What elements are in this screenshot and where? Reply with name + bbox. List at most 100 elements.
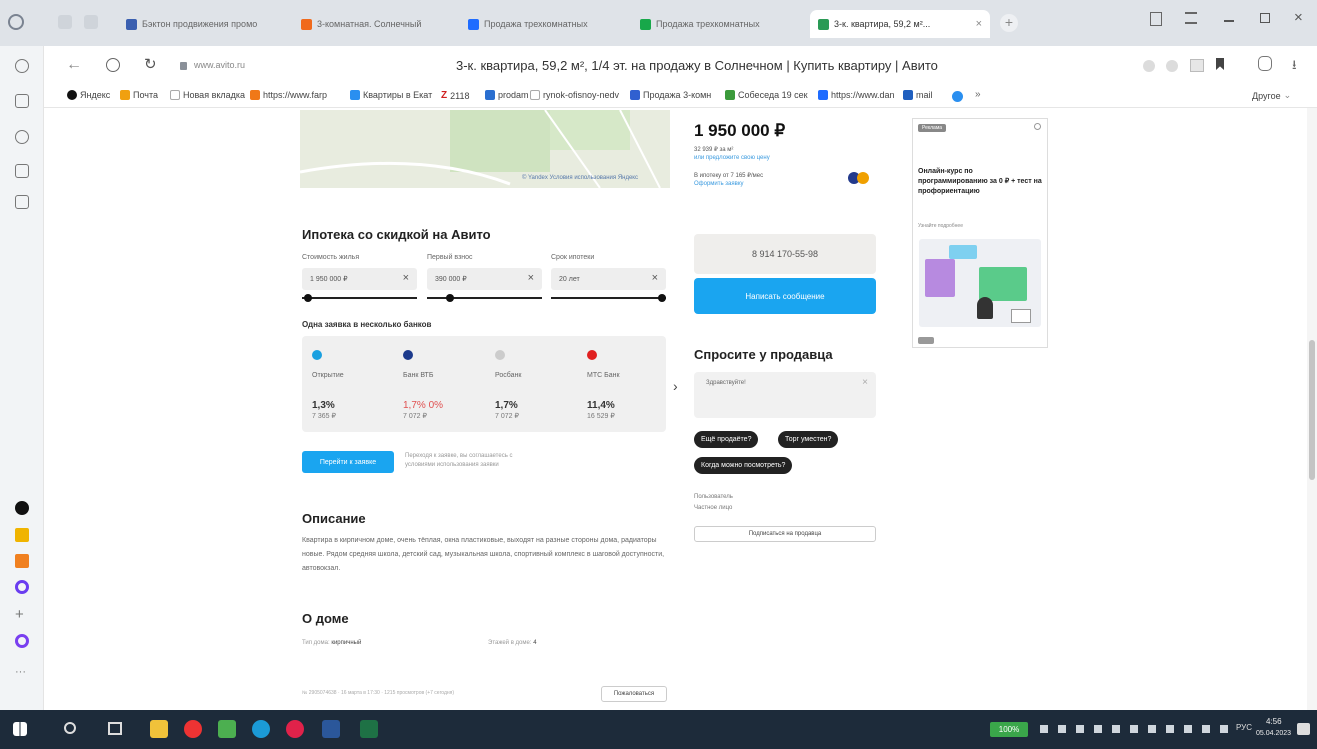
tab-2[interactable]: 3-комнатная. Солнечный: [301, 14, 459, 34]
bookmark-item[interactable]: Квартиры в Екат: [350, 90, 432, 100]
apply-mortgage-button[interactable]: Перейти к заявке: [302, 451, 394, 473]
clear-icon[interactable]: ×: [403, 272, 409, 284]
add-app-icon[interactable]: +: [15, 606, 24, 623]
map[interactable]: © Yandex Условия использования Яндекс: [300, 110, 670, 188]
show-phone-button[interactable]: 8 914 170-55-98: [694, 234, 876, 274]
tray-icons[interactable]: [1040, 725, 1230, 733]
tab-4[interactable]: Продажа трехкомнатных: [640, 14, 800, 34]
app-1-icon[interactable]: [15, 501, 29, 515]
bank-card-vtb[interactable]: Банк ВТБ 1,7% 0% 7 072 ₽: [403, 350, 493, 420]
back-icon[interactable]: ←: [66, 56, 82, 74]
tab-close-icon[interactable]: ×: [976, 18, 982, 30]
price-slider[interactable]: [302, 294, 417, 302]
notes-icon[interactable]: [15, 94, 29, 108]
clear-icon[interactable]: ×: [862, 377, 868, 388]
browser-menu-icon[interactable]: [8, 14, 24, 30]
bookmark-extra-icon[interactable]: [952, 91, 963, 102]
notifications-icon[interactable]: [1297, 723, 1310, 735]
task-view-icon[interactable]: [108, 722, 122, 735]
edge-icon[interactable]: [252, 720, 270, 738]
price-field[interactable]: 1 950 000 ₽ ×: [302, 268, 417, 290]
reload-icon[interactable]: ↻: [144, 55, 157, 73]
bookmark-item[interactable]: https://www.dan: [818, 90, 895, 100]
bookmark-item[interactable]: mail: [903, 90, 933, 100]
downpayment-slider[interactable]: [427, 294, 542, 302]
bookmark-icon[interactable]: [1216, 58, 1224, 70]
slider-knob[interactable]: [658, 294, 666, 302]
app-2-icon[interactable]: [15, 528, 29, 542]
bank-card-otkritie[interactable]: Открытие 1,3% 7 365 ₽: [312, 350, 402, 420]
bookmark-item[interactable]: Новая вкладка: [170, 90, 245, 100]
address-domain[interactable]: www.avito.ru: [194, 60, 245, 70]
downpayment-field[interactable]: 390 000 ₽ ×: [427, 268, 542, 290]
clock-date[interactable]: 05.04.2023: [1256, 730, 1291, 737]
opera-icon[interactable]: [286, 720, 304, 738]
bookmark-item[interactable]: rynok-ofisnoy-nedv: [530, 90, 619, 100]
seller-name[interactable]: Частное лицо: [694, 505, 732, 511]
tab-history-icon[interactable]: [58, 15, 72, 29]
mortgage-apply-link[interactable]: Оформить заявку: [694, 181, 744, 187]
zoom-indicator[interactable]: 100%: [990, 722, 1028, 737]
bookmark-item[interactable]: Z 2118: [441, 90, 469, 101]
minimize-icon[interactable]: [1224, 20, 1234, 22]
translate-icon[interactable]: [1190, 59, 1204, 72]
tab-3[interactable]: Продажа трехкомнатных: [468, 14, 628, 34]
subscribe-seller-button[interactable]: Подписаться на продавца: [694, 526, 876, 542]
yandex-browser-icon[interactable]: [184, 720, 202, 738]
clock-time[interactable]: 4:56: [1266, 717, 1282, 726]
file-explorer-icon[interactable]: [150, 720, 168, 738]
bank-card-mts[interactable]: МТС Банк 11,4% 16 529 ₽: [587, 350, 677, 420]
search-icon[interactable]: [64, 722, 76, 734]
yandex-button-icon[interactable]: [106, 58, 120, 72]
app-3-icon[interactable]: [15, 554, 29, 568]
quick-question-chip[interactable]: Ещё продаёте?: [694, 431, 759, 448]
reader-icon[interactable]: [1166, 60, 1178, 72]
alice-icon[interactable]: [1258, 56, 1272, 71]
banks-next-icon[interactable]: ›: [673, 378, 678, 394]
ad-info-icon[interactable]: [1034, 123, 1041, 130]
browser-menu-lines-icon[interactable]: [1185, 12, 1197, 24]
slider-knob[interactable]: [446, 294, 454, 302]
term-field[interactable]: 20 лет ×: [551, 268, 666, 290]
tab-5-active[interactable]: 3-к. квартира, 59,2 м²... ×: [810, 10, 990, 38]
language-indicator[interactable]: РУС: [1236, 723, 1252, 732]
excel-icon[interactable]: [360, 720, 378, 738]
clear-icon[interactable]: ×: [652, 272, 658, 284]
quick-question-chip[interactable]: Когда можно посмотреть?: [694, 457, 793, 474]
quick-question-chip[interactable]: Торг уместен?: [778, 431, 839, 448]
wallet-icon[interactable]: [15, 164, 29, 178]
scrollbar-thumb[interactable]: [1309, 340, 1315, 480]
bookmark-item[interactable]: Продажа 3-комн: [630, 90, 711, 100]
download-icon[interactable]: ⭳: [1292, 56, 1297, 78]
app-4-icon[interactable]: [15, 580, 29, 594]
media-icon[interactable]: [15, 130, 29, 144]
bookmark-item[interactable]: prodam: [485, 90, 529, 100]
word-icon[interactable]: [322, 720, 340, 738]
new-tab-icon[interactable]: +: [1000, 14, 1018, 32]
maximize-icon[interactable]: [1260, 13, 1270, 23]
more-icon[interactable]: ···: [15, 666, 26, 678]
history-icon[interactable]: [15, 59, 29, 73]
app-icon[interactable]: [218, 720, 236, 738]
alice-sidebar-icon[interactable]: [15, 634, 29, 648]
ad-banner[interactable]: Реклама Онлайн-курс по программированию …: [912, 118, 1048, 348]
ask-seller-input[interactable]: Здравствуйте! ×: [694, 372, 876, 418]
gallery-icon[interactable]: [15, 195, 29, 209]
bookmark-item[interactable]: https://www.farp: [250, 90, 327, 100]
bank-card-rosbank[interactable]: Росбанк 1,7% 7 072 ₽: [495, 350, 585, 420]
offer-price-link[interactable]: или предложите свою цену: [694, 155, 770, 161]
collections-icon[interactable]: [1150, 12, 1162, 26]
extension-icon[interactable]: [1143, 60, 1155, 72]
tab-list-icon[interactable]: [84, 15, 98, 29]
write-message-button[interactable]: Написать сообщение: [694, 278, 876, 314]
report-button[interactable]: Пожаловаться: [601, 686, 667, 702]
bookmark-item[interactable]: Почта: [120, 90, 158, 100]
tab-1[interactable]: Бэктон продвижения промо: [126, 14, 291, 34]
close-window-icon[interactable]: ×: [1294, 9, 1303, 26]
bookmarks-other[interactable]: Другое ⌄: [1252, 90, 1291, 101]
start-icon[interactable]: [13, 722, 27, 736]
clear-icon[interactable]: ×: [528, 272, 534, 284]
bookmarks-overflow-icon[interactable]: »: [975, 89, 981, 100]
slider-knob[interactable]: [303, 294, 312, 302]
term-slider[interactable]: [551, 294, 666, 302]
